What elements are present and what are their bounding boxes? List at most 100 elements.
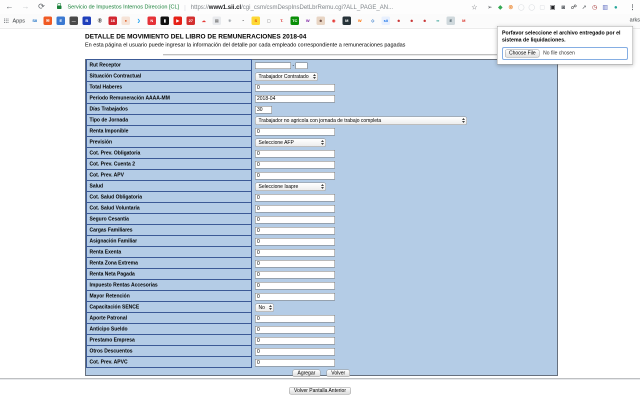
text-input[interactable]: [255, 149, 335, 158]
text-input[interactable]: [255, 270, 335, 279]
bookmark-item[interactable]: —: [69, 16, 79, 25]
extension-icon[interactable]: ◷: [591, 3, 600, 12]
agregar-button[interactable]: Agregar: [292, 369, 321, 377]
field-value-cell: - 0: [252, 346, 557, 357]
bookmark-item[interactable]: ◔: [239, 17, 248, 26]
text-input[interactable]: [255, 193, 335, 202]
extension-icon[interactable]: ☍: [570, 3, 579, 12]
text-input[interactable]: [255, 94, 335, 103]
url-domain: www1.sii.cl: [208, 3, 242, 11]
bookmark-item[interactable]: ◇: [369, 17, 378, 26]
text-input[interactable]: [255, 215, 335, 224]
extension-icon[interactable]: ◯: [528, 3, 537, 12]
bookmark-item[interactable]: ✉: [43, 16, 53, 25]
file-input[interactable]: Choose File No file chosen: [502, 46, 628, 60]
security-chip[interactable]: Servicio de Impuestos Internos Direccion…: [68, 4, 180, 10]
rut-dv-input[interactable]: [295, 62, 308, 69]
footer: Volver Pantalla Anterior: [0, 386, 640, 395]
bookmark-item[interactable]: ▮: [160, 16, 170, 25]
text-input[interactable]: [255, 358, 335, 367]
extension-icon[interactable]: ➚: [580, 3, 589, 12]
select-dropdown[interactable]: Seleccione Isapre: [255, 182, 326, 191]
extension-icon[interactable]: ▢: [538, 3, 547, 12]
text-input[interactable]: [255, 204, 335, 213]
extension-icon[interactable]: ◙: [559, 3, 568, 12]
text-input[interactable]: [255, 83, 335, 92]
bookmark-item[interactable]: ∞: [434, 17, 443, 26]
bookmark-item[interactable]: W: [356, 17, 365, 26]
field-value-cell: - No: [252, 302, 557, 313]
text-input[interactable]: [255, 105, 272, 114]
text-input[interactable]: [255, 248, 335, 257]
page-subtitle: En esta página el usuario puede ingresar…: [85, 42, 406, 48]
text-input[interactable]: [255, 160, 335, 169]
bookmark-item[interactable]: 27: [186, 16, 196, 25]
bookmark-item[interactable]: TC: [290, 16, 300, 25]
apps-label[interactable]: Apps: [13, 18, 26, 24]
extension-icon[interactable]: ➢: [486, 3, 495, 12]
browser-window: ← → ⟳ Servicio de Impuestos Internos Dir…: [0, 0, 640, 400]
bookmark-item[interactable]: M: [342, 16, 352, 25]
bookmark-item[interactable]: B: [82, 16, 92, 25]
apps-grid-icon[interactable]: [4, 18, 9, 24]
bookmark-item[interactable]: SII: [31, 17, 40, 26]
chrome-menu-icon[interactable]: ⋮: [629, 3, 636, 12]
bookmark-item[interactable]: ❯: [135, 17, 144, 26]
address-bar[interactable]: https://www1.sii.cl/cgi_csm/csmDespInsDe…: [191, 4, 464, 11]
other-bookmarks-label[interactable]: arks: [630, 17, 640, 23]
extension-icon[interactable]: ▥: [601, 3, 610, 12]
reload-button[interactable]: ⟳: [36, 1, 47, 14]
bookmark-item[interactable]: M: [460, 17, 469, 26]
text-input[interactable]: [255, 259, 335, 268]
form-actions: Agregar Volver: [292, 369, 558, 377]
bookmark-item[interactable]: ▤: [212, 16, 222, 25]
bookmark-item[interactable]: ☻: [316, 16, 326, 25]
text-input[interactable]: [255, 325, 335, 334]
text-input[interactable]: [255, 314, 335, 323]
bookmark-item[interactable]: ☁: [200, 17, 209, 26]
select-dropdown[interactable]: Trabajador Contratado: [255, 72, 318, 81]
bookmark-item[interactable]: E: [56, 16, 66, 25]
text-input[interactable]: [255, 292, 335, 301]
text-input[interactable]: [255, 171, 335, 180]
text-input[interactable]: [255, 347, 335, 356]
text-input[interactable]: [255, 237, 335, 246]
bookmark-item[interactable]: ☻: [395, 17, 404, 26]
rut-number-input[interactable]: [255, 62, 291, 69]
bookmark-item[interactable]: ▶: [173, 16, 183, 25]
bookmark-item[interactable]: E: [446, 16, 456, 25]
bookmark-item[interactable]: S: [251, 16, 261, 25]
select-dropdown[interactable]: No: [255, 303, 274, 312]
bookmark-item[interactable]: ▢: [265, 17, 274, 26]
text-input[interactable]: [255, 336, 335, 345]
select-stepper-icon: [321, 184, 324, 189]
bookmark-item[interactable]: N: [147, 16, 157, 25]
extension-icon[interactable]: ⊗: [507, 3, 516, 12]
text-input[interactable]: [255, 127, 335, 136]
bookmark-item[interactable]: ☻: [421, 17, 430, 26]
bookmark-item[interactable]: sii: [381, 16, 391, 25]
select-dropdown[interactable]: Trabajador no agricola con jornada de tr…: [255, 116, 467, 125]
extension-icon[interactable]: ◆: [496, 3, 505, 12]
bookmark-item[interactable]: 16: [108, 16, 118, 25]
back-button[interactable]: ←: [4, 1, 15, 14]
choose-file-button[interactable]: Choose File: [505, 49, 540, 58]
select-dropdown[interactable]: Seleccione AFP: [255, 138, 326, 147]
text-input[interactable]: [255, 226, 335, 235]
bookmark-item[interactable]: ☻: [408, 17, 417, 26]
extension-icon[interactable]: ●: [612, 3, 621, 12]
forward-button[interactable]: →: [20, 1, 31, 14]
bookmark-item[interactable]: Ⓑ: [96, 17, 105, 26]
extension-icon[interactable]: ▣: [549, 3, 558, 12]
bookmark-item[interactable]: W: [304, 17, 313, 26]
volver-button[interactable]: Volver: [326, 369, 351, 377]
text-input[interactable]: [255, 281, 335, 290]
bookmark-item[interactable]: ●: [121, 16, 131, 25]
bookmark-item[interactable]: ✳: [226, 17, 235, 26]
bookmark-item[interactable]: T.: [278, 17, 287, 26]
bookmark-star-icon[interactable]: ☆: [471, 3, 477, 12]
extension-icon[interactable]: ◯: [517, 3, 526, 12]
volver-pantalla-anterior-button[interactable]: Volver Pantalla Anterior: [289, 387, 351, 395]
page-content: DETALLE DE MOVIMIENTO DEL LIBRO DE REMUN…: [0, 28, 640, 400]
bookmark-item[interactable]: ◉: [330, 17, 339, 26]
